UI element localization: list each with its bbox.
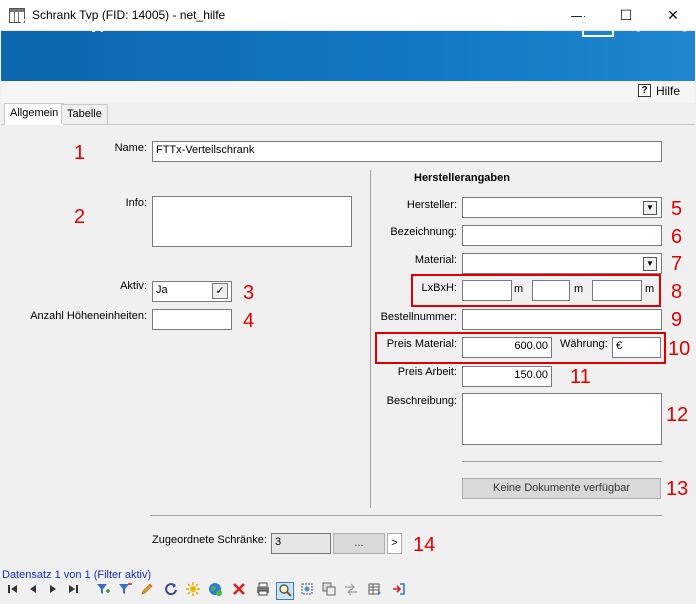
aktiv-label: Aktiv: <box>120 280 147 292</box>
transfer-icon[interactable] <box>342 582 360 600</box>
zugeordnete-next-button[interactable]: > <box>387 533 402 554</box>
edit-pencil-icon[interactable] <box>138 582 156 600</box>
material-select[interactable] <box>462 253 662 274</box>
zugeordnete-browse-button[interactable]: ... <box>333 533 385 554</box>
next-record-icon[interactable] <box>44 582 62 600</box>
width-input[interactable] <box>532 280 570 301</box>
hoehe-input[interactable] <box>152 309 232 330</box>
filter-add-icon[interactable] <box>94 582 112 600</box>
marker-14: 14 <box>413 534 436 556</box>
marker-8: 8 <box>671 281 683 303</box>
marker-13: 13 <box>666 478 689 500</box>
hersteller-dropdown-icon[interactable]: ▼ <box>643 201 657 215</box>
bezeichnung-input[interactable] <box>462 225 662 246</box>
exit-icon[interactable] <box>390 582 408 600</box>
print-icon[interactable] <box>254 582 272 600</box>
record-status: Datensatz 1 von 1 (Filter aktiv) <box>2 569 152 581</box>
zoom-icon[interactable] <box>276 582 294 600</box>
bezeichnung-label: Bezeichnung: <box>390 226 457 238</box>
marker-9: 9 <box>671 309 683 331</box>
net-logo-box: NET <box>582 13 614 37</box>
width-unit: m <box>574 283 584 295</box>
material-dropdown-icon[interactable]: ▼ <box>643 257 657 271</box>
info-textarea[interactable] <box>152 196 352 247</box>
name-input[interactable]: FTTx-Verteilschrank <box>152 141 662 162</box>
copy-icon[interactable] <box>320 582 338 600</box>
help-link[interactable]: Hilfe <box>656 84 680 98</box>
hersteller-label: Hersteller: <box>406 199 457 211</box>
engineering-logo-text: Engineering <box>619 17 689 32</box>
globe-icon[interactable] <box>206 582 224 600</box>
tab-allgemein[interactable]: Allgemein <box>4 103 65 125</box>
zugeordnete-count: 3 <box>271 533 331 554</box>
waehrung-input[interactable]: € <box>612 337 661 358</box>
marker-7: 7 <box>671 253 683 275</box>
waehrung-label: Währung: <box>560 338 608 350</box>
last-record-icon[interactable] <box>64 582 82 600</box>
tab-tabelle[interactable]: Tabelle <box>61 104 108 124</box>
header-banner <box>1 31 695 81</box>
marker-6: 6 <box>671 226 683 248</box>
hersteller-select[interactable] <box>462 197 662 218</box>
beschreibung-label: Beschreibung: <box>386 395 457 407</box>
preis-arbeit-label: Preis Arbeit: <box>397 366 457 378</box>
marker-11: 11 <box>570 366 591 388</box>
bottom-separator <box>150 515 662 516</box>
dokumente-separator <box>462 461 662 462</box>
height-input[interactable] <box>592 280 642 301</box>
lxbxh-label: LxBxH: <box>421 282 457 294</box>
marker-2: 2 <box>74 206 86 228</box>
marker-3: 3 <box>243 282 255 304</box>
aktiv-check-icon[interactable]: ✓ <box>212 283 228 299</box>
hersteller-heading: Herstellerangaben <box>414 172 510 184</box>
previous-record-icon[interactable] <box>24 582 42 600</box>
first-record-icon[interactable] <box>4 582 22 600</box>
hoehe-label: Anzahl Höheneinheiten: <box>30 310 147 322</box>
preis-arbeit-input[interactable]: 150.00 <box>462 366 552 387</box>
preis-material-label: Preis Material: <box>386 338 457 350</box>
refresh-icon[interactable] <box>162 582 180 600</box>
length-unit: m <box>514 283 524 295</box>
filter-remove-icon[interactable] <box>116 582 134 600</box>
new-record-star-icon[interactable] <box>184 582 202 600</box>
marker-10: 10 <box>668 338 691 360</box>
marker-5: 5 <box>671 198 683 220</box>
table-list-icon[interactable] <box>366 582 384 600</box>
select-area-icon[interactable] <box>298 582 316 600</box>
height-unit: m <box>645 283 655 295</box>
help-icon[interactable]: ? <box>638 84 651 97</box>
navigation-toolbar <box>0 582 696 604</box>
beschreibung-textarea[interactable] <box>462 393 662 445</box>
preis-material-input[interactable]: 600.00 <box>462 337 552 358</box>
length-input[interactable] <box>462 280 512 301</box>
page-title: Schrank Typ <box>20 16 109 33</box>
marker-1: 1 <box>74 142 86 164</box>
marker-4: 4 <box>243 310 255 332</box>
material-label: Material: <box>414 254 457 266</box>
aktiv-value: Ja <box>156 284 168 296</box>
delete-icon[interactable] <box>230 582 248 600</box>
bestellnummer-input[interactable] <box>462 309 662 330</box>
dokumente-button[interactable]: Keine Dokumente verfügbar <box>462 478 661 499</box>
help-bar <box>1 81 695 103</box>
zugeordnete-label: Zugeordnete Schränke: <box>152 534 267 546</box>
bestellnummer-label: Bestellnummer: <box>380 311 457 323</box>
marker-12: 12 <box>666 404 689 426</box>
